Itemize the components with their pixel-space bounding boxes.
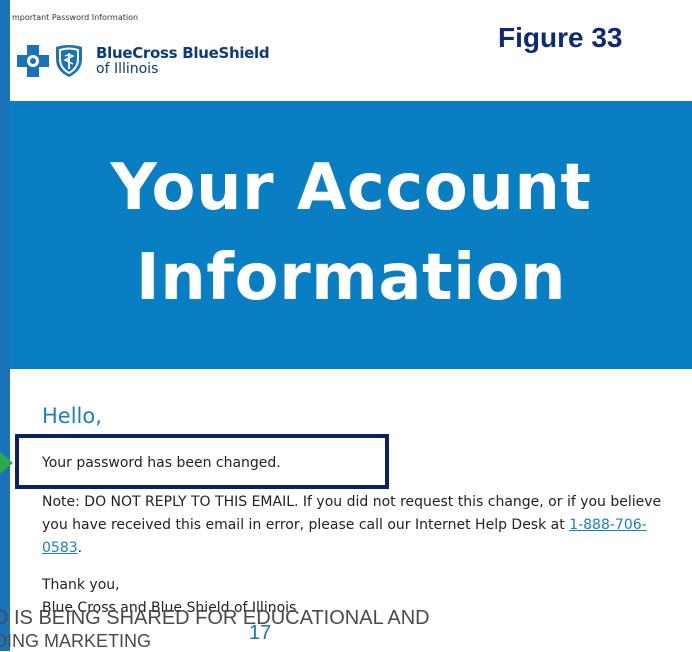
blueshield-icon xyxy=(54,44,84,78)
slide-page-number: 17 xyxy=(249,622,272,644)
hero-title-line2: Information xyxy=(135,241,567,315)
figure-label: Figure 33 xyxy=(498,22,623,53)
slide-footer-line1: D IS BEING SHARED FOR EDUCATIONAL AND xyxy=(0,607,430,629)
note-end: . xyxy=(77,540,83,556)
hero-title-line1: Your Account xyxy=(110,151,592,225)
bluecross-icon xyxy=(16,44,50,78)
highlight-box xyxy=(15,434,389,489)
closing-text: Thank you, xyxy=(42,577,120,593)
logo-brand-name: BlueCross BlueShield xyxy=(96,43,270,62)
email-preheader: mportant Password Information xyxy=(12,13,139,22)
hero-banner: Your Account Information xyxy=(10,101,692,369)
greeting-heading: Hello, xyxy=(42,404,102,428)
logo-state-name: of Illinois xyxy=(96,60,159,77)
slide-footer-line2: DING MARKETING xyxy=(0,631,152,651)
bcbs-logo: BlueCross BlueShield of Illinois xyxy=(16,43,270,78)
pointer-arrow-icon xyxy=(0,452,13,474)
email-note: Note: DO NOT REPLY TO THIS EMAIL. If you… xyxy=(42,491,672,560)
slide-accent-bar xyxy=(0,0,10,651)
email-preview: mportant Password Information BlueCross … xyxy=(10,0,692,651)
